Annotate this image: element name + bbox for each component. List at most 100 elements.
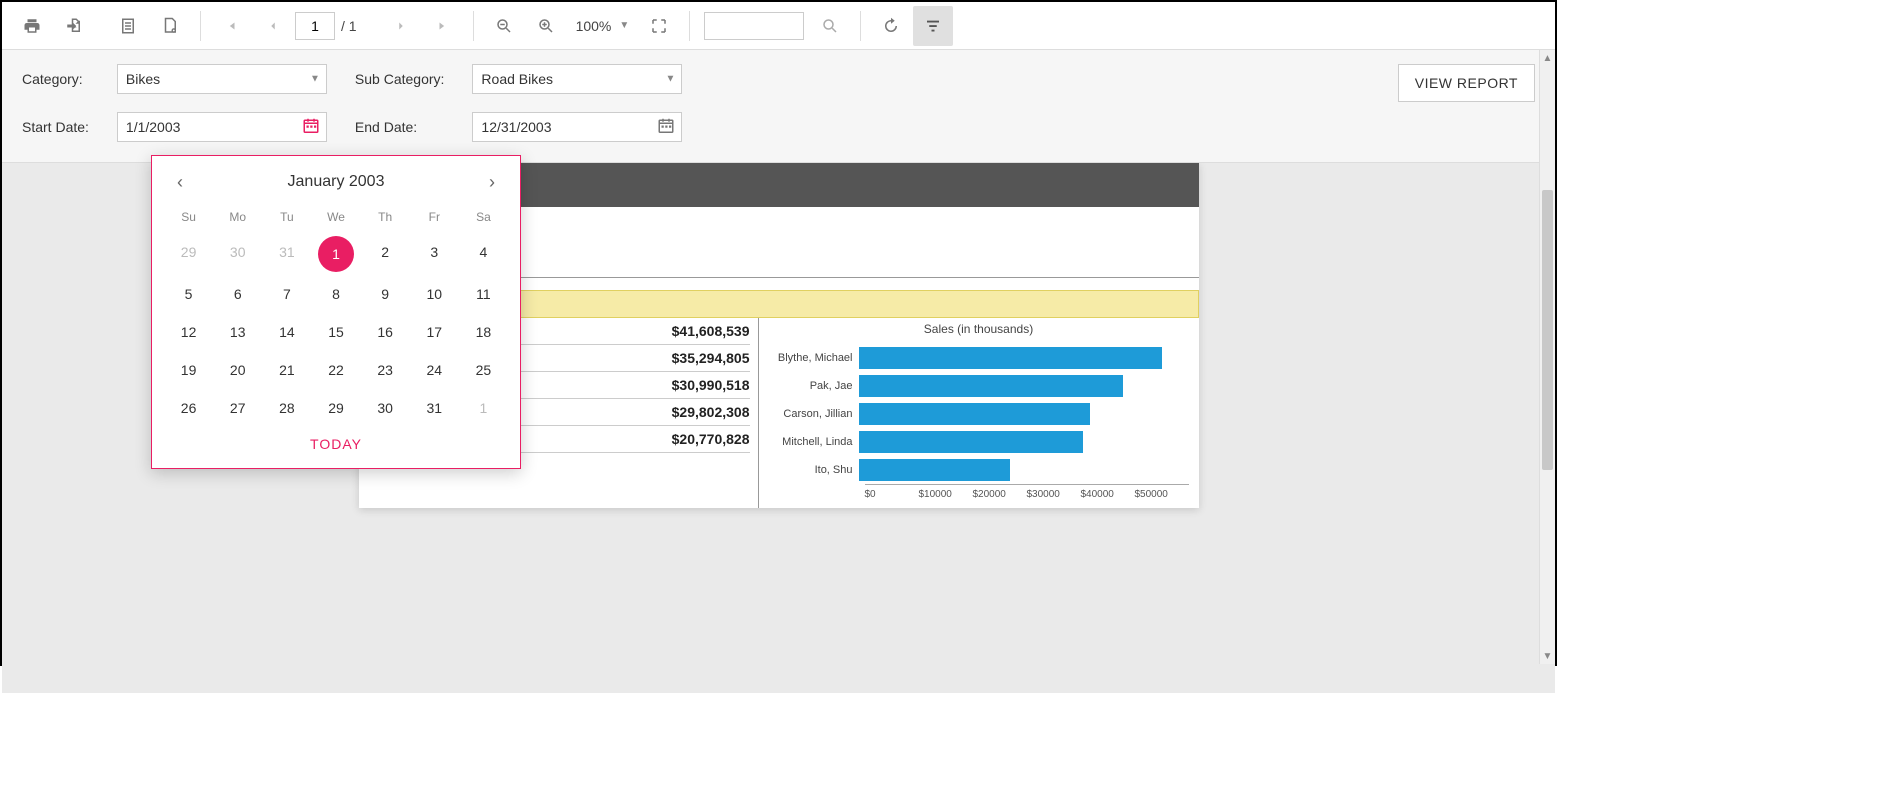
print-button[interactable] [12,6,52,46]
chart-title: Sales (in thousands) [769,322,1189,336]
datepicker-day[interactable]: 26 [164,392,213,424]
zoom-out-button[interactable] [484,6,524,46]
search-input[interactable] [704,12,804,40]
datepicker-day[interactable]: 18 [459,316,508,348]
datepicker-dow: We [311,204,360,230]
refresh-icon [882,17,900,35]
scroll-down-arrow[interactable]: ▼ [1540,648,1555,664]
page-settings-button[interactable] [150,6,190,46]
fullscreen-icon [650,17,668,35]
caret-down-icon: ▼ [310,74,320,85]
prev-page-button[interactable] [253,6,293,46]
datepicker-dow: Th [361,204,410,230]
subcategory-select[interactable]: Road Bikes▼ [472,64,682,94]
datepicker-day[interactable]: 27 [213,392,262,424]
datepicker-day[interactable]: 28 [262,392,311,424]
chart-bar-row: Mitchell, Linda [769,428,1189,456]
chart-column: Sales (in thousands) Blythe, MichaelPak,… [759,318,1199,508]
datepicker-day[interactable]: 22 [311,354,360,386]
scrollbar-thumb[interactable] [1542,190,1553,470]
calendar-icon[interactable] [302,117,320,138]
datepicker-grid: SuMoTuWeThFrSa29303112345678910111213141… [164,204,508,424]
datepicker-dow: Mo [213,204,262,230]
datepicker-day[interactable]: 12 [164,316,213,348]
fit-page-button[interactable] [639,6,679,46]
datepicker-dow: Sa [459,204,508,230]
page-total-label: / 1 [341,18,357,34]
datepicker-day[interactable]: 10 [410,278,459,310]
datepicker-day[interactable]: 14 [262,316,311,348]
end-date-input[interactable]: 12/31/2003 [472,112,682,142]
calendar-icon[interactable] [657,117,675,138]
datepicker-today-button[interactable]: TODAY [164,424,508,454]
datepicker-day[interactable]: 8 [311,278,360,310]
parameters-panel: Category: Bikes▼ Sub Category: Road Bike… [2,50,1555,163]
datepicker-day[interactable]: 29 [164,236,213,272]
datepicker-day[interactable]: 25 [459,354,508,386]
datepicker-day[interactable]: 31 [262,236,311,272]
zoom-in-button[interactable] [526,6,566,46]
scroll-up-arrow[interactable]: ▲ [1540,50,1555,66]
datepicker-day[interactable]: 29 [311,392,360,424]
datepicker-day[interactable]: 30 [213,236,262,272]
export-icon [65,17,83,35]
datepicker-day[interactable]: 1 [459,392,508,424]
datepicker-day[interactable]: 31 [410,392,459,424]
vertical-scrollbar[interactable]: ▲ ▼ [1539,50,1555,664]
datepicker-day[interactable]: 30 [361,392,410,424]
filter-icon [924,17,942,35]
datepicker-day[interactable]: 2 [361,236,410,272]
chart-bar [859,431,1083,453]
chart-bar [859,347,1163,369]
datepicker-day[interactable]: 3 [410,236,459,272]
refresh-button[interactable] [871,6,911,46]
chart-bar-label: Mitchell, Linda [769,436,859,448]
start-date-input[interactable]: 1/1/2003 [117,112,327,142]
chart-bar-label: Ito, Shu [769,464,859,476]
datepicker-day[interactable]: 24 [410,354,459,386]
datepicker-day[interactable]: 5 [164,278,213,310]
search-button[interactable] [810,6,850,46]
chevron-left-icon: ‹ [177,172,183,193]
view-report-button[interactable]: VIEW REPORT [1398,64,1535,102]
chart-tick: $0 [865,489,919,500]
parameters-toggle[interactable] [913,6,953,46]
datepicker-day[interactable]: 6 [213,278,262,310]
datepicker-day[interactable]: 23 [361,354,410,386]
chart-tick: $30000 [1027,489,1081,500]
datepicker-day[interactable]: 20 [213,354,262,386]
datepicker-dow: Su [164,204,213,230]
datepicker-next[interactable]: › [480,170,504,194]
next-page-button[interactable] [381,6,421,46]
chart-bar [859,403,1090,425]
datepicker-day[interactable]: 9 [361,278,410,310]
datepicker-day[interactable]: 4 [459,236,508,272]
datepicker-day[interactable]: 7 [262,278,311,310]
datepicker-dow: Fr [410,204,459,230]
datepicker-day[interactable]: 17 [410,316,459,348]
datepicker-day[interactable]: 1 [311,236,360,272]
chevron-left-icon [266,19,280,33]
chart-bar [859,375,1123,397]
datepicker-title[interactable]: January 2003 [288,173,385,191]
page-number-input[interactable] [295,12,335,40]
zoom-select[interactable]: 100%▼ [576,18,630,34]
datepicker-day[interactable]: 16 [361,316,410,348]
datepicker-day[interactable]: 19 [164,354,213,386]
datepicker-day[interactable]: 21 [262,354,311,386]
first-page-button[interactable] [211,6,251,46]
chart-bar-label: Blythe, Michael [769,352,859,364]
page-gear-icon [161,17,179,35]
last-page-button[interactable] [423,6,463,46]
export-button[interactable] [54,6,94,46]
page-layout-button[interactable] [108,6,148,46]
category-select[interactable]: Bikes▼ [117,64,327,94]
datepicker-day[interactable]: 13 [213,316,262,348]
chart-tick: $40000 [1081,489,1135,500]
datepicker-day[interactable]: 11 [459,278,508,310]
datepicker-day[interactable]: 15 [311,316,360,348]
chart-x-axis: $0$10000$20000$30000$40000$50000 [865,484,1189,500]
category-label: Category: [22,71,89,87]
datepicker-prev[interactable]: ‹ [168,170,192,194]
chart-tick: $50000 [1135,489,1189,500]
